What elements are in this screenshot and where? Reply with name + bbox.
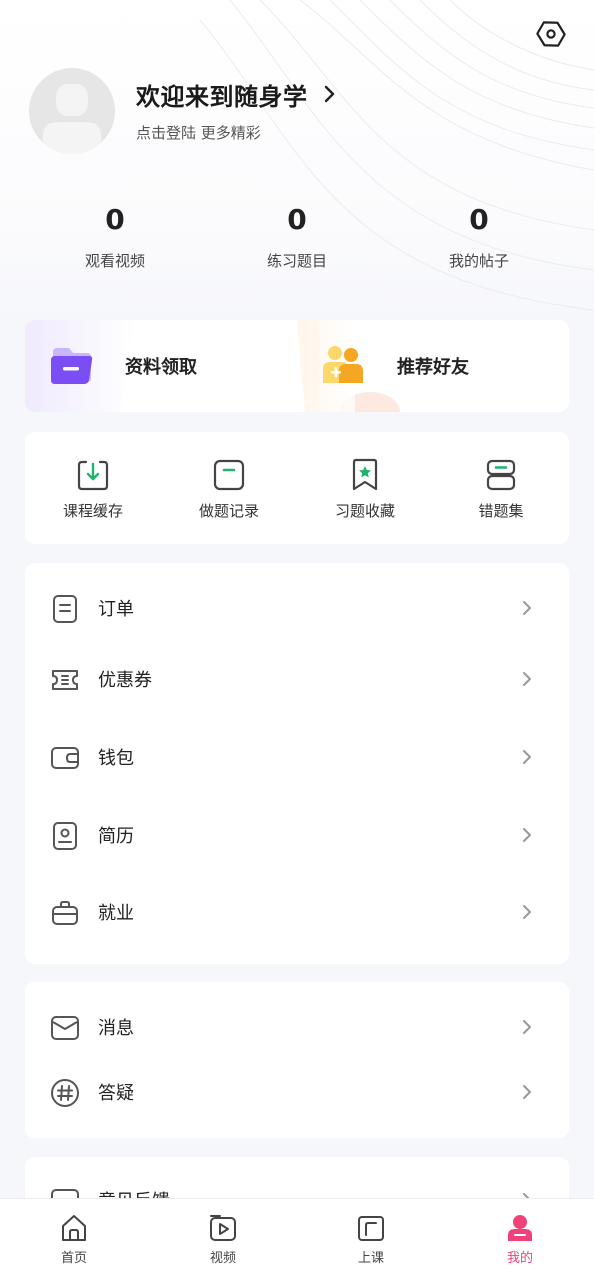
login-subtitle[interactable]: 点击登陆 更多精彩 <box>136 122 261 143</box>
hash-icon <box>51 1079 79 1107</box>
stat-exercises[interactable]: 0 练习题目 <box>222 200 372 271</box>
default-avatar-icon <box>43 84 101 154</box>
tab-profile[interactable]: 我的 <box>470 1213 570 1266</box>
folder-icon <box>51 348 93 384</box>
tab-label: 首页 <box>60 1251 87 1266</box>
wrong-set-icon <box>486 459 516 491</box>
chevron-right-icon <box>523 601 531 615</box>
order-icon <box>53 595 77 623</box>
chevron-right-icon <box>523 905 531 919</box>
quick-actions-card: 课程缓存 做题记录 习题收藏 错题集 <box>25 432 569 544</box>
wallet-icon <box>51 747 79 769</box>
stat-value: 0 <box>287 203 307 236</box>
login-entry[interactable]: 欢迎来到随身学 <box>136 78 340 111</box>
menu-label: 简历 <box>98 826 134 847</box>
profile-icon <box>508 1215 532 1241</box>
chevron-right-icon <box>523 1085 531 1099</box>
quick-label: 错题集 <box>478 502 524 520</box>
settings-button[interactable] <box>533 16 569 52</box>
bookmark-star-icon <box>352 458 378 491</box>
promo-materials[interactable]: 资料领取 <box>49 320 197 412</box>
menu-item-messages[interactable]: 消息 <box>25 999 569 1055</box>
menu-item-resume[interactable]: 简历 <box>25 807 569 863</box>
stat-videos[interactable]: 0 观看视频 <box>40 200 190 271</box>
quick-label: 课程缓存 <box>62 502 123 520</box>
coupon-icon <box>52 670 78 690</box>
menu-card-messages: 消息 答疑 <box>25 982 569 1138</box>
download-icon <box>77 460 109 491</box>
stats-row: 0 观看视频 0 练习题目 0 我的帖子 <box>0 200 594 280</box>
chevron-right-icon <box>523 1020 531 1034</box>
chevron-right-icon <box>523 828 531 842</box>
menu-label: 就业 <box>98 903 134 924</box>
quick-favorites[interactable]: 习题收藏 <box>297 458 433 521</box>
stat-value: 0 <box>105 203 125 236</box>
chevron-right-icon <box>523 672 531 686</box>
menu-item-coupons[interactable]: 优惠券 <box>25 651 569 707</box>
record-icon <box>213 459 245 491</box>
settings-hexagon-icon <box>536 21 566 47</box>
promo-label: 推荐好友 <box>397 357 469 378</box>
menu-item-qa[interactable]: 答疑 <box>25 1064 569 1120</box>
quick-label: 习题收藏 <box>334 502 395 520</box>
menu-label: 订单 <box>98 599 134 620</box>
mail-icon <box>51 1016 79 1040</box>
tab-label: 我的 <box>506 1251 533 1266</box>
promo-refer-friends[interactable]: 推荐好友 <box>321 320 469 412</box>
menu-label: 钱包 <box>98 748 134 769</box>
tab-video[interactable]: 视频 <box>173 1213 273 1266</box>
stat-value: 0 <box>469 203 489 236</box>
tab-label: 上课 <box>357 1251 384 1266</box>
tab-home[interactable]: 首页 <box>24 1213 124 1266</box>
video-icon <box>210 1215 236 1241</box>
class-icon <box>358 1216 384 1241</box>
chevron-right-icon <box>324 85 334 103</box>
quick-label: 做题记录 <box>198 502 259 520</box>
stat-posts[interactable]: 0 我的帖子 <box>404 200 554 271</box>
quick-course-cache[interactable]: 课程缓存 <box>25 458 161 521</box>
menu-label: 答疑 <box>98 1083 134 1104</box>
tab-label: 视频 <box>209 1251 236 1266</box>
avatar[interactable] <box>29 68 115 154</box>
stat-label: 我的帖子 <box>448 252 509 270</box>
menu-item-employment[interactable]: 就业 <box>25 884 569 940</box>
bottom-tab-bar: 首页 视频 上课 我的 <box>0 1198 594 1280</box>
promo-label: 资料领取 <box>125 357 197 378</box>
home-icon <box>62 1215 86 1241</box>
chevron-right-icon <box>523 750 531 764</box>
quick-practice-record[interactable]: 做题记录 <box>161 458 297 521</box>
promo-card: 资料领取 推荐好友 <box>25 320 569 412</box>
menu-item-orders[interactable]: 订单 <box>25 580 569 636</box>
add-friends-icon <box>323 346 363 383</box>
welcome-title: 欢迎来到随身学 <box>136 82 308 111</box>
stat-label: 练习题目 <box>266 252 327 270</box>
resume-icon <box>53 822 77 850</box>
quick-wrong-set[interactable]: 错题集 <box>433 458 569 521</box>
menu-card-account: 订单 优惠券 钱包 简历 就业 <box>25 563 569 964</box>
menu-item-wallet[interactable]: 钱包 <box>25 729 569 785</box>
menu-label: 优惠券 <box>98 670 152 691</box>
tab-class[interactable]: 上课 <box>321 1213 421 1266</box>
stat-label: 观看视频 <box>84 252 145 270</box>
menu-label: 消息 <box>98 1018 134 1039</box>
briefcase-icon <box>52 901 78 925</box>
